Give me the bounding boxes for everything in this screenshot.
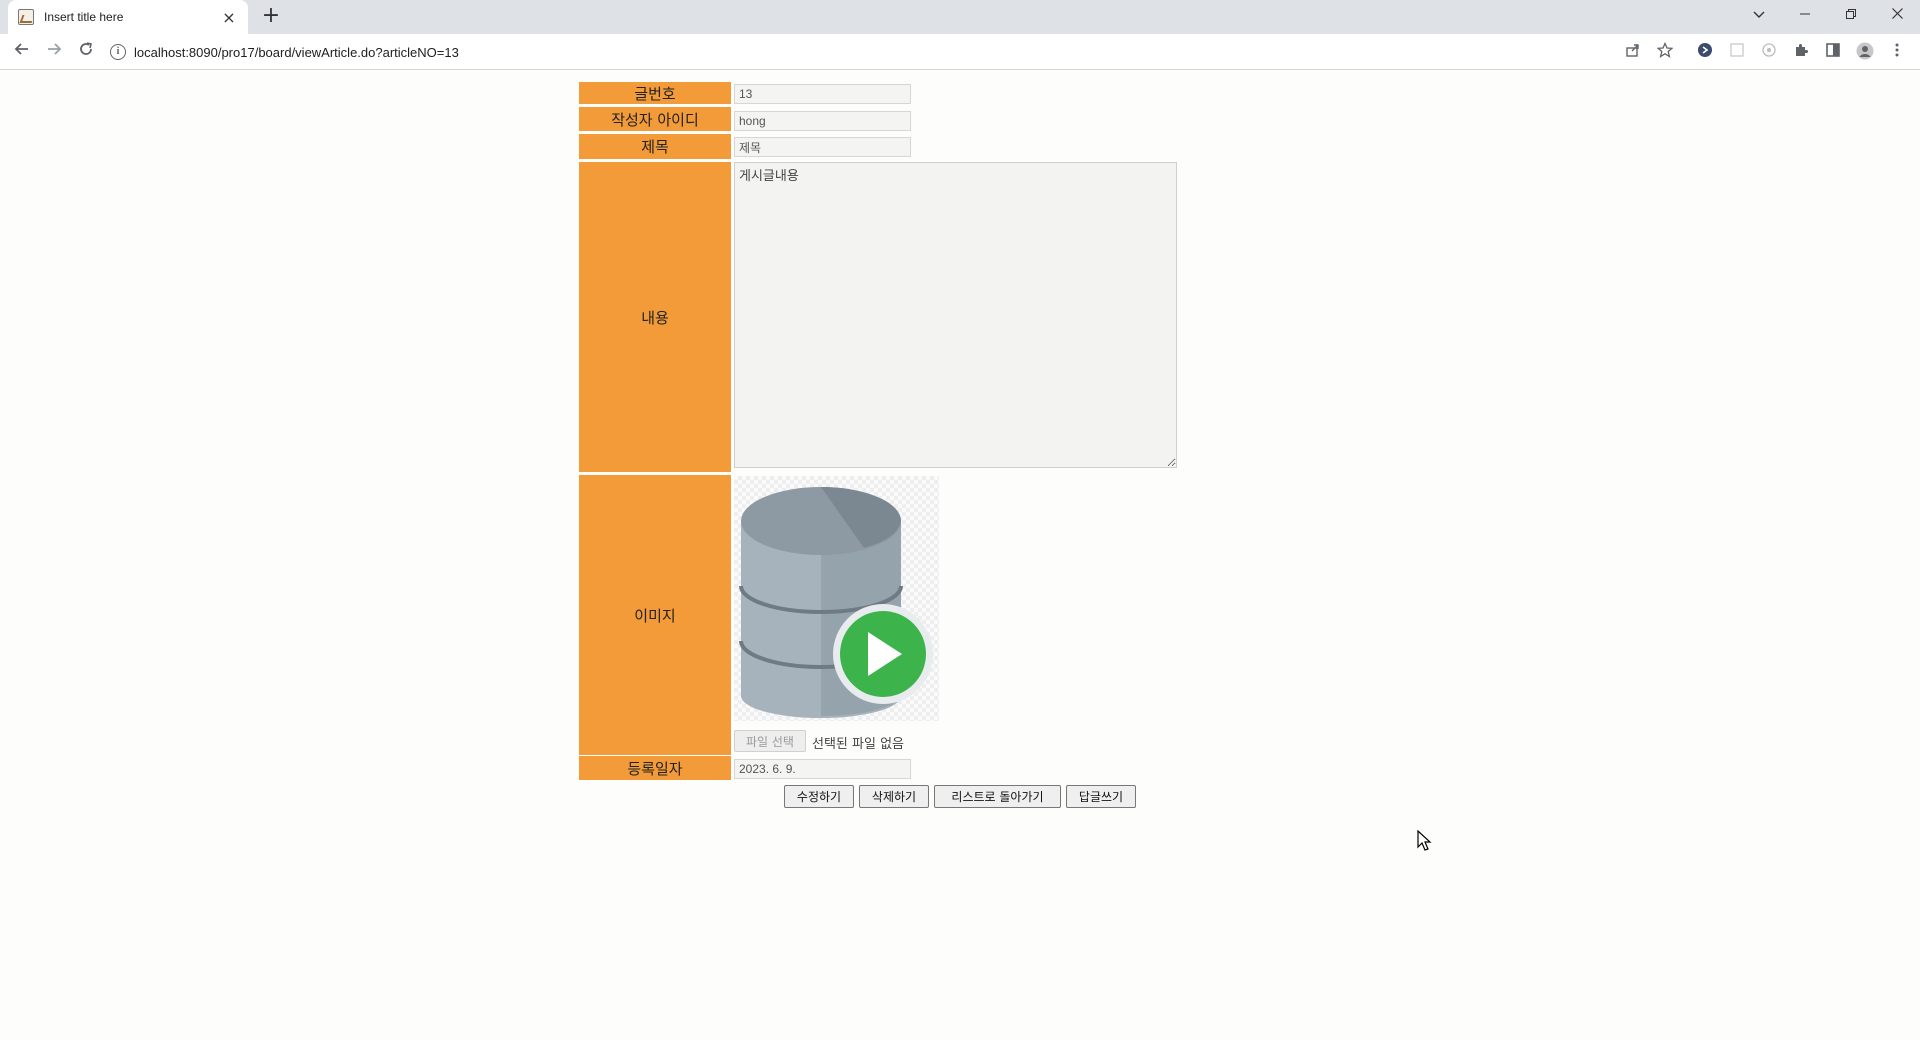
- date-field: 2023. 6. 9.: [734, 759, 911, 779]
- share-icon[interactable]: [1623, 42, 1643, 62]
- file-status-text: 선택된 파일 없음: [812, 737, 904, 752]
- reply-button[interactable]: 답글쓰기: [1066, 785, 1136, 808]
- menu-dots-icon[interactable]: [1887, 42, 1907, 62]
- content-label: 내용: [579, 162, 731, 472]
- reload-icon[interactable]: [74, 40, 98, 64]
- date-label: 등록일자: [579, 756, 731, 780]
- extension-grid-icon[interactable]: [1727, 42, 1747, 62]
- address-bar[interactable]: i localhost:8090/pro17/board/viewArticle…: [110, 39, 1630, 65]
- play-icon: [833, 604, 933, 704]
- article-no-field: 13: [734, 84, 911, 104]
- file-select-button[interactable]: 파일 선택: [734, 730, 806, 752]
- new-tab-button[interactable]: +: [258, 4, 284, 30]
- content-textarea[interactable]: 게시글내용: [734, 162, 1177, 468]
- title-field[interactable]: 제목: [734, 137, 911, 157]
- page-favicon-icon: [18, 9, 34, 25]
- forward-arrow-icon[interactable]: [42, 40, 66, 64]
- browser-toolbar: i localhost:8090/pro17/board/viewArticle…: [0, 34, 1920, 70]
- profile-icon[interactable]: [1855, 42, 1875, 62]
- tab-strip: Insert title here × +: [0, 0, 1920, 34]
- tab-close-icon[interactable]: ×: [220, 8, 238, 27]
- extension-cloud-icon[interactable]: [1759, 42, 1779, 62]
- writer-label: 작성자 아이디: [579, 107, 731, 131]
- browser-tab[interactable]: Insert title here ×: [8, 0, 248, 34]
- minimize-icon[interactable]: [1782, 0, 1828, 30]
- side-panel-icon[interactable]: [1823, 42, 1843, 62]
- article-image: [734, 476, 939, 721]
- extension-circle-icon[interactable]: [1695, 42, 1715, 62]
- writer-field: hong: [734, 111, 911, 131]
- delete-button[interactable]: 삭제하기: [859, 785, 929, 808]
- page-content: 글번호 13 작성자 아이디 hong 제목 제목 내용 게시글내용 이미지 파…: [0, 71, 1920, 1040]
- back-to-list-button[interactable]: 리스트로 돌아가기: [934, 785, 1061, 808]
- edit-button[interactable]: 수정하기: [784, 785, 854, 808]
- article-no-label: 글번호: [579, 82, 731, 104]
- back-arrow-icon[interactable]: [10, 40, 34, 64]
- mouse-cursor-icon: [1417, 830, 1432, 851]
- title-label: 제목: [579, 134, 731, 159]
- url-host: localhost: [134, 44, 186, 60]
- url-path: :8090/pro17/board/viewArticle.do?article…: [185, 44, 459, 60]
- tab-title: Insert title here: [44, 10, 124, 24]
- puzzle-icon[interactable]: [1791, 42, 1811, 62]
- image-label: 이미지: [579, 475, 731, 755]
- database-icon: [739, 487, 933, 718]
- star-icon[interactable]: [1655, 41, 1675, 62]
- tab-search-chevron-icon[interactable]: [1736, 0, 1782, 30]
- restore-icon[interactable]: [1828, 0, 1874, 30]
- info-icon[interactable]: i: [110, 44, 126, 60]
- close-window-icon[interactable]: [1874, 0, 1920, 30]
